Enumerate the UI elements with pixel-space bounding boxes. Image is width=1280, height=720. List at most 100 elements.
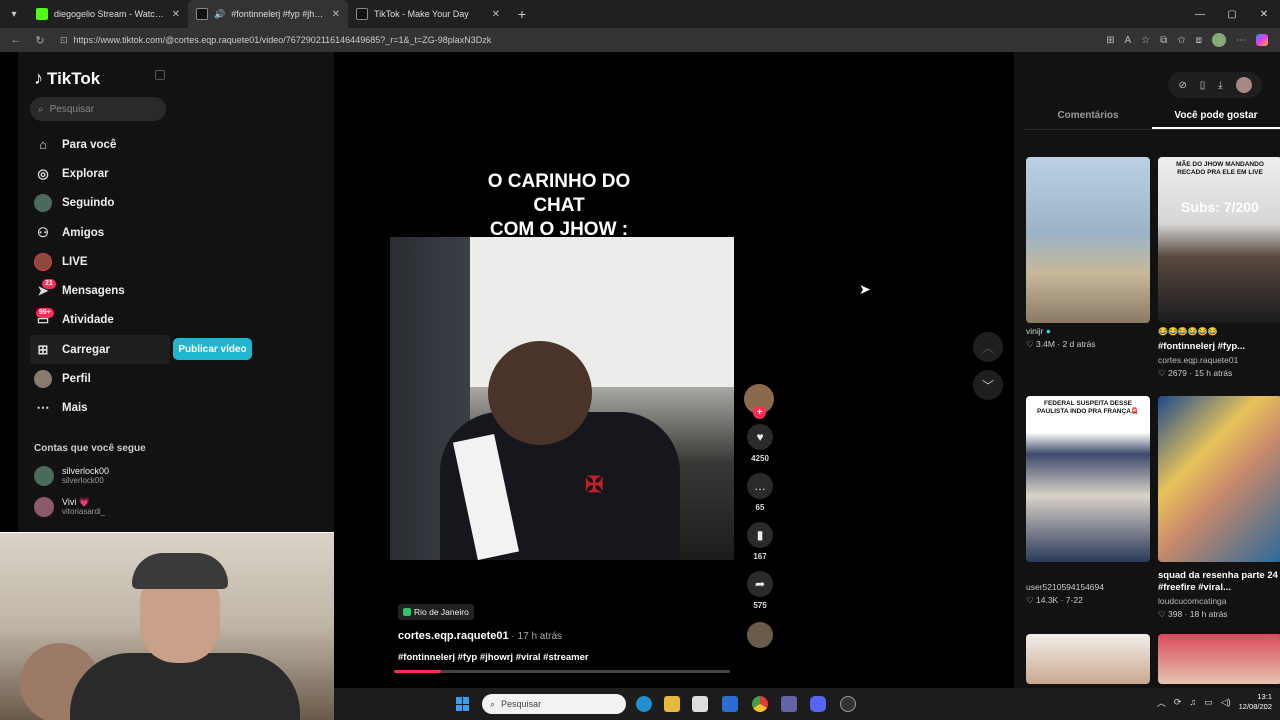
tab-close-icon[interactable]: ✕: [332, 9, 340, 20]
read-aloud-icon[interactable]: A: [1124, 35, 1131, 46]
close-window-icon[interactable]: ✕: [1248, 0, 1280, 28]
heart-icon[interactable]: ♥: [747, 424, 773, 450]
video-card[interactable]: vinijr ● ♡ 3.4M · 2 d atrás: [1026, 157, 1150, 350]
windows-start-icon[interactable]: [456, 697, 470, 711]
download-icon[interactable]: ⤓: [1218, 80, 1222, 91]
video-age: 18 h atrás: [1189, 609, 1228, 619]
location-tag[interactable]: Rio de Janeiro: [398, 604, 474, 620]
user-avatar[interactable]: [1235, 77, 1252, 93]
tab-comentarios[interactable]: Comentários: [1024, 106, 1152, 129]
comment-action[interactable]: … 65: [744, 473, 776, 512]
video-author[interactable]: vinijr: [1026, 326, 1043, 336]
tray-chevron-icon[interactable]: ︿: [1157, 696, 1166, 709]
video-thumbnail[interactable]: [1026, 157, 1150, 323]
next-video-chevron-down-icon[interactable]: ﹀: [973, 370, 1003, 400]
sidebar-item-perfil[interactable]: Perfil: [30, 364, 170, 393]
settings-more-icon[interactable]: ⋯: [1236, 35, 1246, 46]
microphone-icon[interactable]: ♫: [1189, 697, 1196, 707]
follow-plus-icon[interactable]: +: [753, 406, 766, 419]
following-account[interactable]: Vivi 💗 vitoriasardi_: [34, 497, 105, 517]
video-thumbnail[interactable]: FEDERAL SUSPEITA DESSE PAULISTA INDO PRA…: [1026, 396, 1150, 562]
copilot-icon[interactable]: [1256, 34, 1268, 46]
edge-icon[interactable]: [636, 696, 652, 712]
sidebar-item-live[interactable]: LIVE: [30, 247, 170, 276]
collapse-sidebar-icon[interactable]: [155, 70, 165, 80]
tab-actions-menu-icon[interactable]: ▾: [0, 0, 28, 28]
maximize-icon[interactable]: ▢: [1216, 0, 1248, 28]
upload-icon: ⊞: [37, 341, 49, 357]
video-author[interactable]: cortes.eqp.raquete01: [1158, 355, 1280, 365]
reload-icon[interactable]: ↻: [32, 34, 48, 47]
video-progress-bar[interactable]: [394, 670, 730, 673]
site-info-icon[interactable]: ⊡: [60, 35, 68, 46]
video-author[interactable]: user5210594154694: [1026, 582, 1104, 592]
publish-video-button[interactable]: Publicar vídeo: [173, 338, 252, 360]
like-action[interactable]: ♥ 4250: [744, 424, 776, 463]
sidebar-item-atividade[interactable]: ▭ 99+ Atividade: [30, 306, 170, 335]
search-input[interactable]: ⌕ Pesquisar: [30, 97, 166, 121]
video-card[interactable]: squad da resenha parte 24 #freefire #vir…: [1158, 396, 1280, 620]
tiktok-logo[interactable]: ♪ TikTok: [34, 68, 100, 89]
system-clock[interactable]: 13:1 12/08/202: [1239, 692, 1272, 712]
volume-icon[interactable]: ◁): [1221, 697, 1231, 708]
video-author[interactable]: cortes.eqp.raquete01: [398, 630, 509, 642]
sidebar-item-seguindo[interactable]: Seguindo: [30, 189, 170, 218]
video-card[interactable]: [1158, 634, 1280, 684]
tab-close-icon[interactable]: ✕: [172, 9, 180, 20]
tab-kick-stream[interactable]: diegogelio Stream - Watch Live o ✕: [28, 0, 188, 28]
sidebar-item-explorar[interactable]: ◎ Explorar: [30, 159, 170, 188]
network-icon[interactable]: ▭: [1204, 697, 1213, 708]
minimize-icon[interactable]: —: [1184, 0, 1216, 28]
bookmark-icon[interactable]: ▮: [747, 522, 773, 548]
share-icon[interactable]: ➦: [747, 571, 773, 597]
tiktok-note-icon: ♪: [34, 68, 43, 88]
share-action[interactable]: ➦ 575: [744, 571, 776, 610]
coins-icon[interactable]: ⊘: [1178, 80, 1186, 91]
file-explorer-icon[interactable]: [664, 696, 680, 712]
following-account[interactable]: silverlock00 silverlock00: [34, 466, 109, 486]
video-thumbnail[interactable]: [1026, 634, 1150, 684]
sync-icon[interactable]: ⟳: [1174, 697, 1182, 708]
video-card[interactable]: [1026, 634, 1150, 684]
favorite-star-icon[interactable]: ☆: [1141, 35, 1150, 46]
creator-avatar[interactable]: +: [744, 384, 774, 419]
collections-icon[interactable]: ⧈: [1196, 35, 1202, 46]
sidebar-item-mensagens[interactable]: ➤ 21 Mensagens: [30, 276, 170, 305]
outlook-icon[interactable]: [722, 696, 738, 712]
back-icon[interactable]: ←: [8, 34, 24, 46]
extensions-icon[interactable]: ⧉: [1160, 35, 1167, 46]
new-tab-button[interactable]: +: [508, 0, 536, 28]
tab-close-icon[interactable]: ✕: [492, 9, 500, 20]
video-player[interactable]: ✠: [390, 237, 734, 560]
favorites-icon[interactable]: ✩: [1177, 35, 1185, 46]
device-icon[interactable]: ▯: [1200, 80, 1206, 91]
store-icon[interactable]: [692, 696, 708, 712]
video-hashtags[interactable]: #fontinnelerj #fyp #jhowrj #viral #strea…: [398, 652, 589, 663]
tab-voce-pode-gostar[interactable]: Você pode gostar: [1152, 106, 1280, 129]
save-action[interactable]: ▮ 167: [744, 522, 776, 561]
browser-profile-avatar[interactable]: [1212, 33, 1226, 47]
obs-icon[interactable]: [840, 696, 856, 712]
tab-tiktok-video[interactable]: 🔊 #fontinnelerj #fyp #jhowrj #v ✕: [188, 0, 348, 28]
sidebar-item-mais[interactable]: ⋯ Mais: [30, 394, 170, 423]
video-thumbnail[interactable]: MÃE DO JHOW MANDANDO RECADO PRA ELE EM L…: [1158, 157, 1280, 323]
taskbar-search-input[interactable]: ⌕ Pesquisar: [482, 694, 626, 714]
sidebar-item-para-voce[interactable]: ⌂ Para você: [30, 130, 170, 159]
discord-icon[interactable]: [810, 696, 826, 712]
music-disc-icon[interactable]: [747, 622, 773, 648]
app-available-icon[interactable]: ⊞: [1106, 35, 1114, 46]
url-field[interactable]: ⊡ https://www.tiktok.com/@cortes.eqp.raq…: [56, 31, 1098, 49]
video-card[interactable]: FEDERAL SUSPEITA DESSE PAULISTA INDO PRA…: [1026, 396, 1150, 606]
video-card[interactable]: MÃE DO JHOW MANDANDO RECADO PRA ELE EM L…: [1158, 157, 1280, 379]
teams-icon[interactable]: [781, 696, 797, 712]
comment-icon[interactable]: …: [747, 473, 773, 499]
previous-video-chevron-up-icon[interactable]: ︿: [973, 332, 1003, 362]
video-thumbnail[interactable]: [1158, 396, 1280, 562]
video-author[interactable]: loudcucomcatinga: [1158, 596, 1280, 606]
video-thumbnail[interactable]: [1158, 634, 1280, 684]
sidebar-item-amigos[interactable]: ⚇ Amigos: [30, 218, 170, 247]
sidebar-item-carregar[interactable]: ⊞ Carregar: [30, 335, 170, 365]
tab-tiktok-home[interactable]: TikTok - Make Your Day ✕: [348, 0, 508, 28]
speaker-icon[interactable]: 🔊: [214, 9, 225, 20]
chrome-icon[interactable]: [752, 696, 768, 712]
